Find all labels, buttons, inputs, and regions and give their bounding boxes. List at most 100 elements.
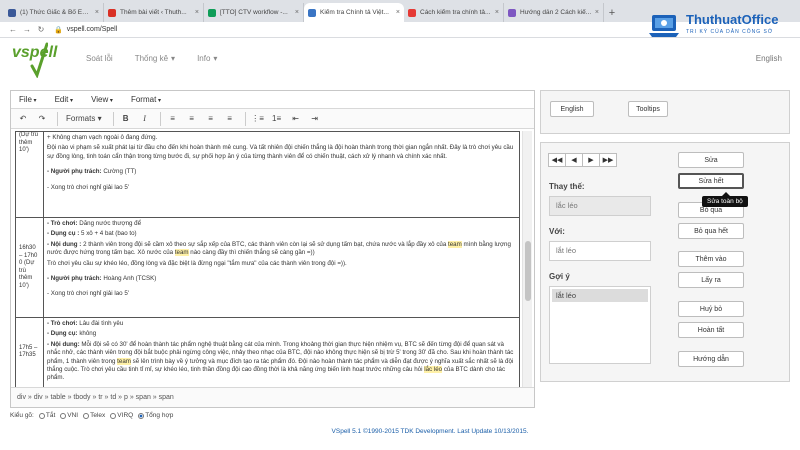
ignore-all-button[interactable]: Bỏ qua hết — [678, 223, 744, 239]
next-icon[interactable]: ▶ — [582, 153, 600, 167]
list-item: Trò chơi yêu cầu sự khéo léo, đồng lòng … — [47, 259, 347, 267]
list-item: - Nội dung: Mỗi đội sẽ có 30' để hoàn th… — [47, 340, 514, 382]
editor-content[interactable]: (Dự trù thêm 10') + Không chạm vạch ngoà… — [15, 131, 520, 387]
english-button[interactable]: English — [550, 101, 594, 117]
undo-icon[interactable]: ↶ — [15, 111, 31, 127]
tab-title: Hướng dẫn 2 Cách kiể... — [520, 9, 592, 16]
list-item: - Người phụ trách: Cường (TT) — [47, 168, 137, 176]
tab-title: Thêm bài viết ‹ Thuth... — [120, 9, 187, 16]
cancel-button[interactable]: Huỷ bỏ — [678, 301, 744, 317]
radio-icon — [60, 412, 67, 419]
finish-button[interactable]: Hoàn tất — [678, 322, 744, 338]
list-item: - Xong trò chơi nghỉ giải lao 5' — [47, 183, 129, 191]
list-item: - Trò chơi: Dăng nước thượng để — [47, 220, 142, 227]
browser-tab[interactable]: [TTO] CTV workflow -... × — [204, 3, 304, 22]
close-icon[interactable]: × — [595, 9, 599, 16]
new-tab-button[interactable]: + — [604, 3, 620, 22]
scrollbar-thumb[interactable] — [525, 241, 531, 301]
footer-text: VSpell 5.1 ©1990-2015 TDK Development. L… — [331, 428, 529, 435]
align-justify-icon[interactable]: ≡ — [222, 111, 238, 127]
favicon-icon — [8, 8, 16, 17]
browser-tab[interactable]: Cách kiểm tra chính tả... × — [404, 3, 504, 22]
help-button[interactable]: Hướng dẫn — [678, 351, 744, 367]
nav-info[interactable]: Info ▾ — [197, 54, 217, 63]
forward-icon[interactable]: → — [20, 25, 34, 34]
italic-icon[interactable]: I — [137, 111, 153, 127]
list-item: Đội nào vi phạm sẽ xuất phát lại từ đầu … — [47, 144, 514, 160]
bold-icon[interactable]: B — [118, 111, 134, 127]
list-item[interactable]: lắt léo — [552, 289, 648, 302]
align-right-icon[interactable]: ≡ — [203, 111, 219, 127]
radio-icon — [38, 412, 45, 419]
replace-field: lắc léo — [549, 196, 651, 216]
schedule-table: (Dự trù thêm 10') + Không chạm vạch ngoà… — [15, 131, 520, 387]
input-method-selector: Kiểu gõ: Tắt VNI Telex VIRQ Tổng hợp — [10, 412, 173, 419]
language-link[interactable]: English — [756, 54, 782, 63]
align-left-icon[interactable]: ≡ — [165, 111, 181, 127]
input-method-radio[interactable]: VNI — [60, 412, 78, 419]
close-icon[interactable]: × — [195, 9, 199, 16]
watermark-name: ThuthuatOffice — [686, 12, 779, 27]
close-icon[interactable]: × — [396, 9, 400, 16]
close-icon[interactable]: × — [495, 9, 499, 16]
input-method-radio[interactable]: Tổng hợp — [138, 412, 173, 419]
input-method-label: Kiểu gõ: — [10, 412, 34, 419]
input-method-radio[interactable]: Telex — [83, 412, 105, 419]
fix-all-button[interactable]: Sửa hết — [678, 173, 744, 189]
last-icon[interactable]: ▶▶ — [599, 153, 617, 167]
checkmark-icon — [30, 42, 48, 78]
menu-file[interactable]: File — [19, 95, 37, 104]
table-row: (Dự trù thêm 10') + Không chạm vạch ngoà… — [15, 131, 520, 218]
lock-icon: 🔒 — [54, 26, 63, 34]
browser-tab[interactable]: (1) Thức Giấc & Bố Em... × — [4, 3, 104, 22]
close-icon[interactable]: × — [95, 9, 99, 16]
with-field[interactable]: lắt léo — [549, 241, 651, 261]
browser-tab[interactable]: Hướng dẫn 2 Cách kiể... × — [504, 3, 604, 22]
menu-format[interactable]: Format — [131, 95, 161, 104]
toolbar-divider — [57, 111, 58, 126]
close-icon[interactable]: × — [295, 9, 299, 16]
tab-title: [TTO] CTV workflow -... — [220, 9, 288, 16]
prev-icon[interactable]: ◀ — [565, 153, 583, 167]
flagged-word[interactable]: team — [448, 240, 462, 248]
menu-edit[interactable]: Edit — [55, 95, 73, 104]
fix-button[interactable]: Sửa — [678, 152, 744, 168]
outdent-icon[interactable]: ⇤ — [288, 111, 304, 127]
browser-tab[interactable]: Thêm bài viết ‹ Thuth... × — [104, 3, 204, 22]
formats-dropdown[interactable]: Formats ▾ — [62, 111, 106, 127]
flagged-word[interactable]: team — [174, 249, 189, 257]
menu-view[interactable]: View — [91, 95, 113, 104]
flagged-word[interactable]: lắc léo — [424, 366, 443, 374]
numbered-list-icon[interactable]: 1≡ — [269, 111, 285, 127]
flagged-word[interactable]: team — [117, 357, 131, 365]
radio-icon — [110, 412, 117, 419]
tab-title: (1) Thức Giấc & Bố Em... — [20, 9, 92, 16]
list-item: - Trò chơi: Lâu đài tình yêu — [47, 320, 124, 327]
editor-scrollbar[interactable] — [522, 131, 532, 387]
bullet-list-icon[interactable]: ⋮≡ — [250, 111, 266, 127]
content-cell: - Trò chơi: Dăng nước thượng để - Dụng c… — [43, 217, 520, 318]
tab-title: Cách kiểm tra chính tả... — [420, 9, 491, 16]
remove-button[interactable]: Lấy ra — [678, 272, 744, 288]
input-method-radio[interactable]: VIRQ — [110, 412, 133, 419]
text-editor: File Edit View Format ↶ ↷ Formats ▾ B I … — [10, 90, 535, 408]
nav-thong-ke[interactable]: Thống kê ▾ — [135, 54, 175, 63]
reload-icon[interactable]: ↻ — [34, 25, 48, 34]
input-method-radio[interactable]: Tắt — [38, 412, 55, 419]
redo-icon[interactable]: ↷ — [34, 111, 50, 127]
editor-toolbar: ↶ ↷ Formats ▾ B I ≡ ≡ ≡ ≡ ⋮≡ 1≡ ⇤ ⇥ — [11, 109, 534, 129]
list-item: + Không chạm vạch ngoài ô đang đứng. — [47, 134, 158, 141]
indent-icon[interactable]: ⇥ — [307, 111, 323, 127]
url-text[interactable]: vspell.com/Spell — [67, 26, 118, 33]
tab-title: Kiểm tra Chính tả Việt... — [320, 9, 389, 16]
tooltips-button[interactable]: Tooltips — [628, 101, 668, 117]
browser-tab[interactable]: Kiểm tra Chính tả Việt... × — [304, 3, 404, 22]
back-icon[interactable]: ← — [6, 25, 20, 34]
align-center-icon[interactable]: ≡ — [184, 111, 200, 127]
tooltip: Sửa toàn bộ — [702, 192, 748, 207]
add-button[interactable]: Thêm vào — [678, 251, 744, 267]
nav-soat-loi[interactable]: Soát lỗi — [86, 54, 113, 63]
suggestions-list[interactable]: lắt léo — [549, 286, 651, 364]
toolbar-divider — [112, 111, 114, 126]
first-icon[interactable]: ◀◀ — [548, 153, 566, 167]
